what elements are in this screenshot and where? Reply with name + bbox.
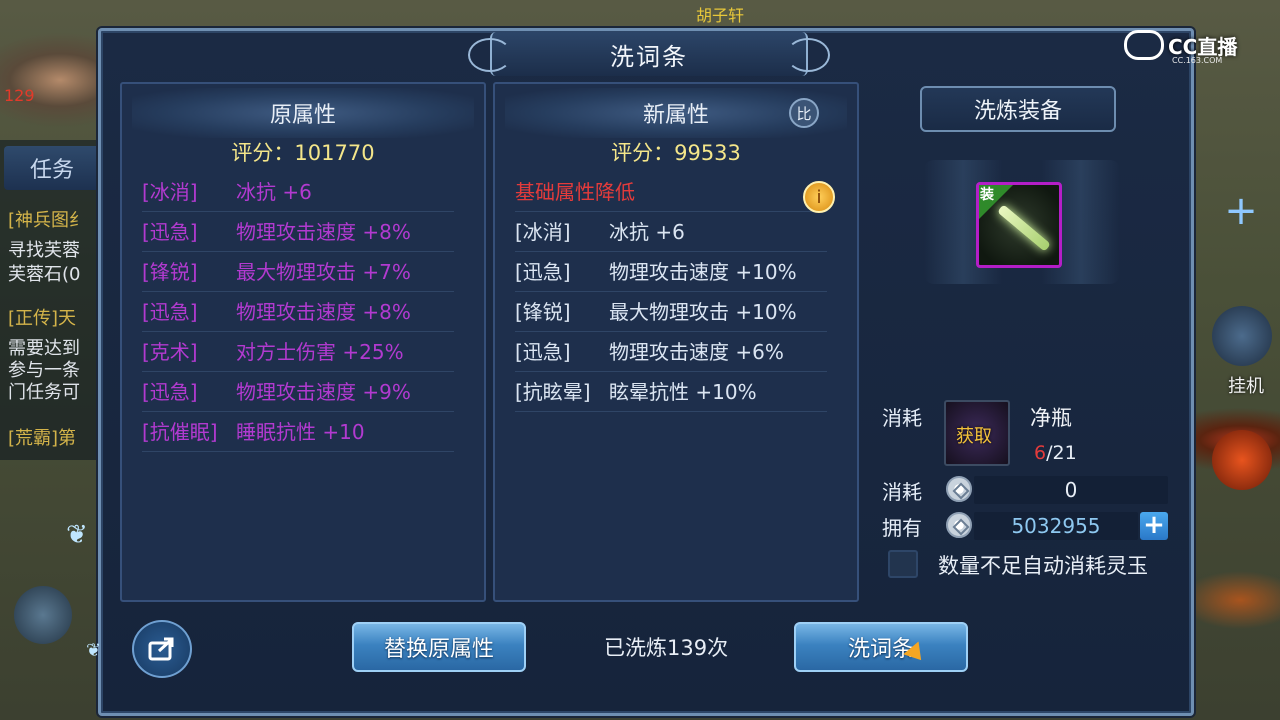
- coin-icon: [946, 512, 972, 538]
- new-attributes-panel: 新属性 比 评分：99533 基础属性降低 i [冰消] 冰抗 +6 [迅急] 物理攻…: [493, 82, 859, 602]
- attribute-tag: [冰消]: [515, 220, 571, 244]
- cost-label: 消耗: [882, 406, 922, 430]
- attribute-value: 冰抗 +6: [236, 180, 312, 204]
- attribute-tag: [迅急]: [515, 260, 571, 284]
- skill-fire-button[interactable]: [1212, 430, 1272, 490]
- attribute-value: 最大物理攻击 +7%: [236, 260, 411, 284]
- new-score: 评分：99533: [611, 141, 741, 165]
- original-attributes-panel: 原属性 评分：101770 [冰消] 冰抗 +6 [迅急] 物理攻击速度 +8% [锋锐…: [120, 82, 486, 602]
- attribute-value: 睡眠抗性 +10: [236, 420, 365, 444]
- coin-own-label: 拥有: [882, 516, 922, 540]
- equipment-slot[interactable]: 装: [976, 182, 1062, 268]
- auto-spend-checkbox[interactable]: [888, 550, 918, 578]
- material-item-count: 6/21: [1034, 442, 1077, 464]
- attribute-row: [迅急] 物理攻击速度 +9%: [142, 372, 454, 412]
- auto-battle-button[interactable]: [1212, 306, 1272, 366]
- coin-cost-value: 0: [974, 476, 1168, 504]
- attribute-value: 冰抗 +6: [609, 220, 685, 244]
- butterfly-icon: ❦: [86, 640, 102, 661]
- auto-battle-label: 挂机: [1228, 376, 1264, 397]
- attribute-row: [冰消] 冰抗 +6: [515, 212, 827, 252]
- warning-text: 基础属性降低: [515, 180, 635, 204]
- player-name: 胡子轩: [696, 6, 745, 25]
- original-attribute-list: [冰消] 冰抗 +6 [迅急] 物理攻击速度 +8% [锋锐] 最大物理攻击 +7% [迅急…: [122, 172, 484, 452]
- base-attribute-warning: 基础属性降低: [515, 172, 827, 212]
- attribute-row: [迅急] 物理攻击速度 +6%: [515, 332, 827, 372]
- attribute-row: [锋锐] 最大物理攻击 +10%: [515, 292, 827, 332]
- skill-orb-button[interactable]: [14, 586, 72, 644]
- expand-plus-icon[interactable]: +: [1218, 188, 1264, 234]
- attribute-value: 最大物理攻击 +10%: [609, 300, 797, 324]
- quest-line[interactable]: 门任务可: [8, 378, 80, 404]
- task-tab[interactable]: 任务: [4, 146, 100, 190]
- watermark-logo-icon: [1124, 30, 1164, 60]
- quest-line[interactable]: [正传]天: [8, 304, 76, 330]
- reroll-button[interactable]: 洗词条: [794, 622, 968, 672]
- compare-icon[interactable]: 比: [789, 98, 819, 128]
- material-need: /21: [1046, 442, 1077, 464]
- coin-own-value: 5032955: [974, 512, 1138, 540]
- attribute-tag: [迅急]: [142, 220, 198, 244]
- forge-equipment-title: 洗炼装备: [920, 86, 1116, 132]
- attribute-row: [抗眩晕] 眩晕抗性 +10%: [515, 372, 827, 412]
- coin-cost-label: 消耗: [882, 480, 922, 504]
- attribute-value: 物理攻击速度 +9%: [236, 380, 411, 404]
- attribute-row: [冰消] 冰抗 +6: [142, 172, 454, 212]
- quest-line[interactable]: [神兵图纟: [8, 206, 87, 232]
- quest-line[interactable]: 芙蓉石(0: [8, 260, 80, 286]
- new-attributes-title: 新属性: [642, 103, 709, 128]
- attribute-row: [迅急] 物理攻击速度 +8%: [142, 292, 454, 332]
- attribute-row: [抗催眠] 睡眠抗性 +10: [142, 412, 454, 452]
- material-item-slot[interactable]: 获取: [944, 400, 1010, 466]
- new-attribute-list: [冰消] 冰抗 +6 [迅急] 物理攻击速度 +10% [锋锐] 最大物理攻击 +10%[…: [495, 212, 857, 412]
- attribute-value: 物理攻击速度 +10%: [609, 260, 797, 284]
- coin-icon: [946, 476, 972, 502]
- attribute-row: [迅急] 物理攻击速度 +10%: [515, 252, 827, 292]
- attribute-row: [克术] 对方士伤害 +25%: [142, 332, 454, 372]
- quest-line[interactable]: [荒霸]第: [8, 424, 76, 450]
- attribute-tag: [抗催眠]: [142, 420, 218, 444]
- original-score: 评分：101770: [231, 141, 375, 165]
- attribute-value: 眩晕抗性 +10%: [609, 380, 757, 404]
- material-have: 6: [1034, 442, 1047, 464]
- obtain-label: 获取: [956, 426, 992, 447]
- attribute-tag: [冰消]: [142, 180, 198, 204]
- wash-count: 已洗炼139次: [604, 636, 729, 660]
- replace-attributes-button[interactable]: 替换原属性: [352, 622, 526, 672]
- auto-spend-label: 数量不足自动消耗灵玉: [938, 554, 1148, 578]
- watermark-sub: CC.163.COM: [1172, 56, 1223, 65]
- new-attributes-header: 新属性 比: [505, 88, 847, 138]
- attribute-value: 物理攻击速度 +8%: [236, 300, 411, 324]
- material-item-name: 净瓶: [1030, 406, 1072, 430]
- attribute-value: 物理攻击速度 +8%: [236, 220, 411, 244]
- attribute-value: 对方士伤害 +25%: [236, 340, 404, 364]
- warning-icon[interactable]: i: [803, 181, 835, 213]
- dialog-title-plate: 洗词条: [468, 32, 830, 76]
- attribute-row: [迅急] 物理攻击速度 +8%: [142, 212, 454, 252]
- attribute-tag: [迅急]: [515, 340, 571, 364]
- attribute-tag: [迅急]: [142, 380, 198, 404]
- attribute-tag: [克术]: [142, 340, 198, 364]
- share-button[interactable]: [132, 620, 192, 678]
- share-icon: [148, 637, 174, 661]
- dialog-title: 洗词条: [610, 42, 688, 71]
- attribute-tag: [锋锐]: [515, 300, 571, 324]
- add-coin-button[interactable]: +: [1140, 512, 1168, 540]
- attribute-tag: [抗眩晕]: [515, 380, 591, 404]
- butterfly-icon: ❦: [66, 520, 88, 550]
- attribute-row: [锋锐] 最大物理攻击 +7%: [142, 252, 454, 292]
- attribute-value: 物理攻击速度 +6%: [609, 340, 784, 364]
- equipped-badge-label: 装: [980, 187, 994, 203]
- attribute-tag: [锋锐]: [142, 260, 198, 284]
- quest-line[interactable]: 寻找芙蓉: [8, 236, 80, 262]
- attribute-tag: [迅急]: [142, 300, 198, 324]
- level-badge: 129: [4, 86, 35, 105]
- original-attributes-header: 原属性: [132, 88, 474, 138]
